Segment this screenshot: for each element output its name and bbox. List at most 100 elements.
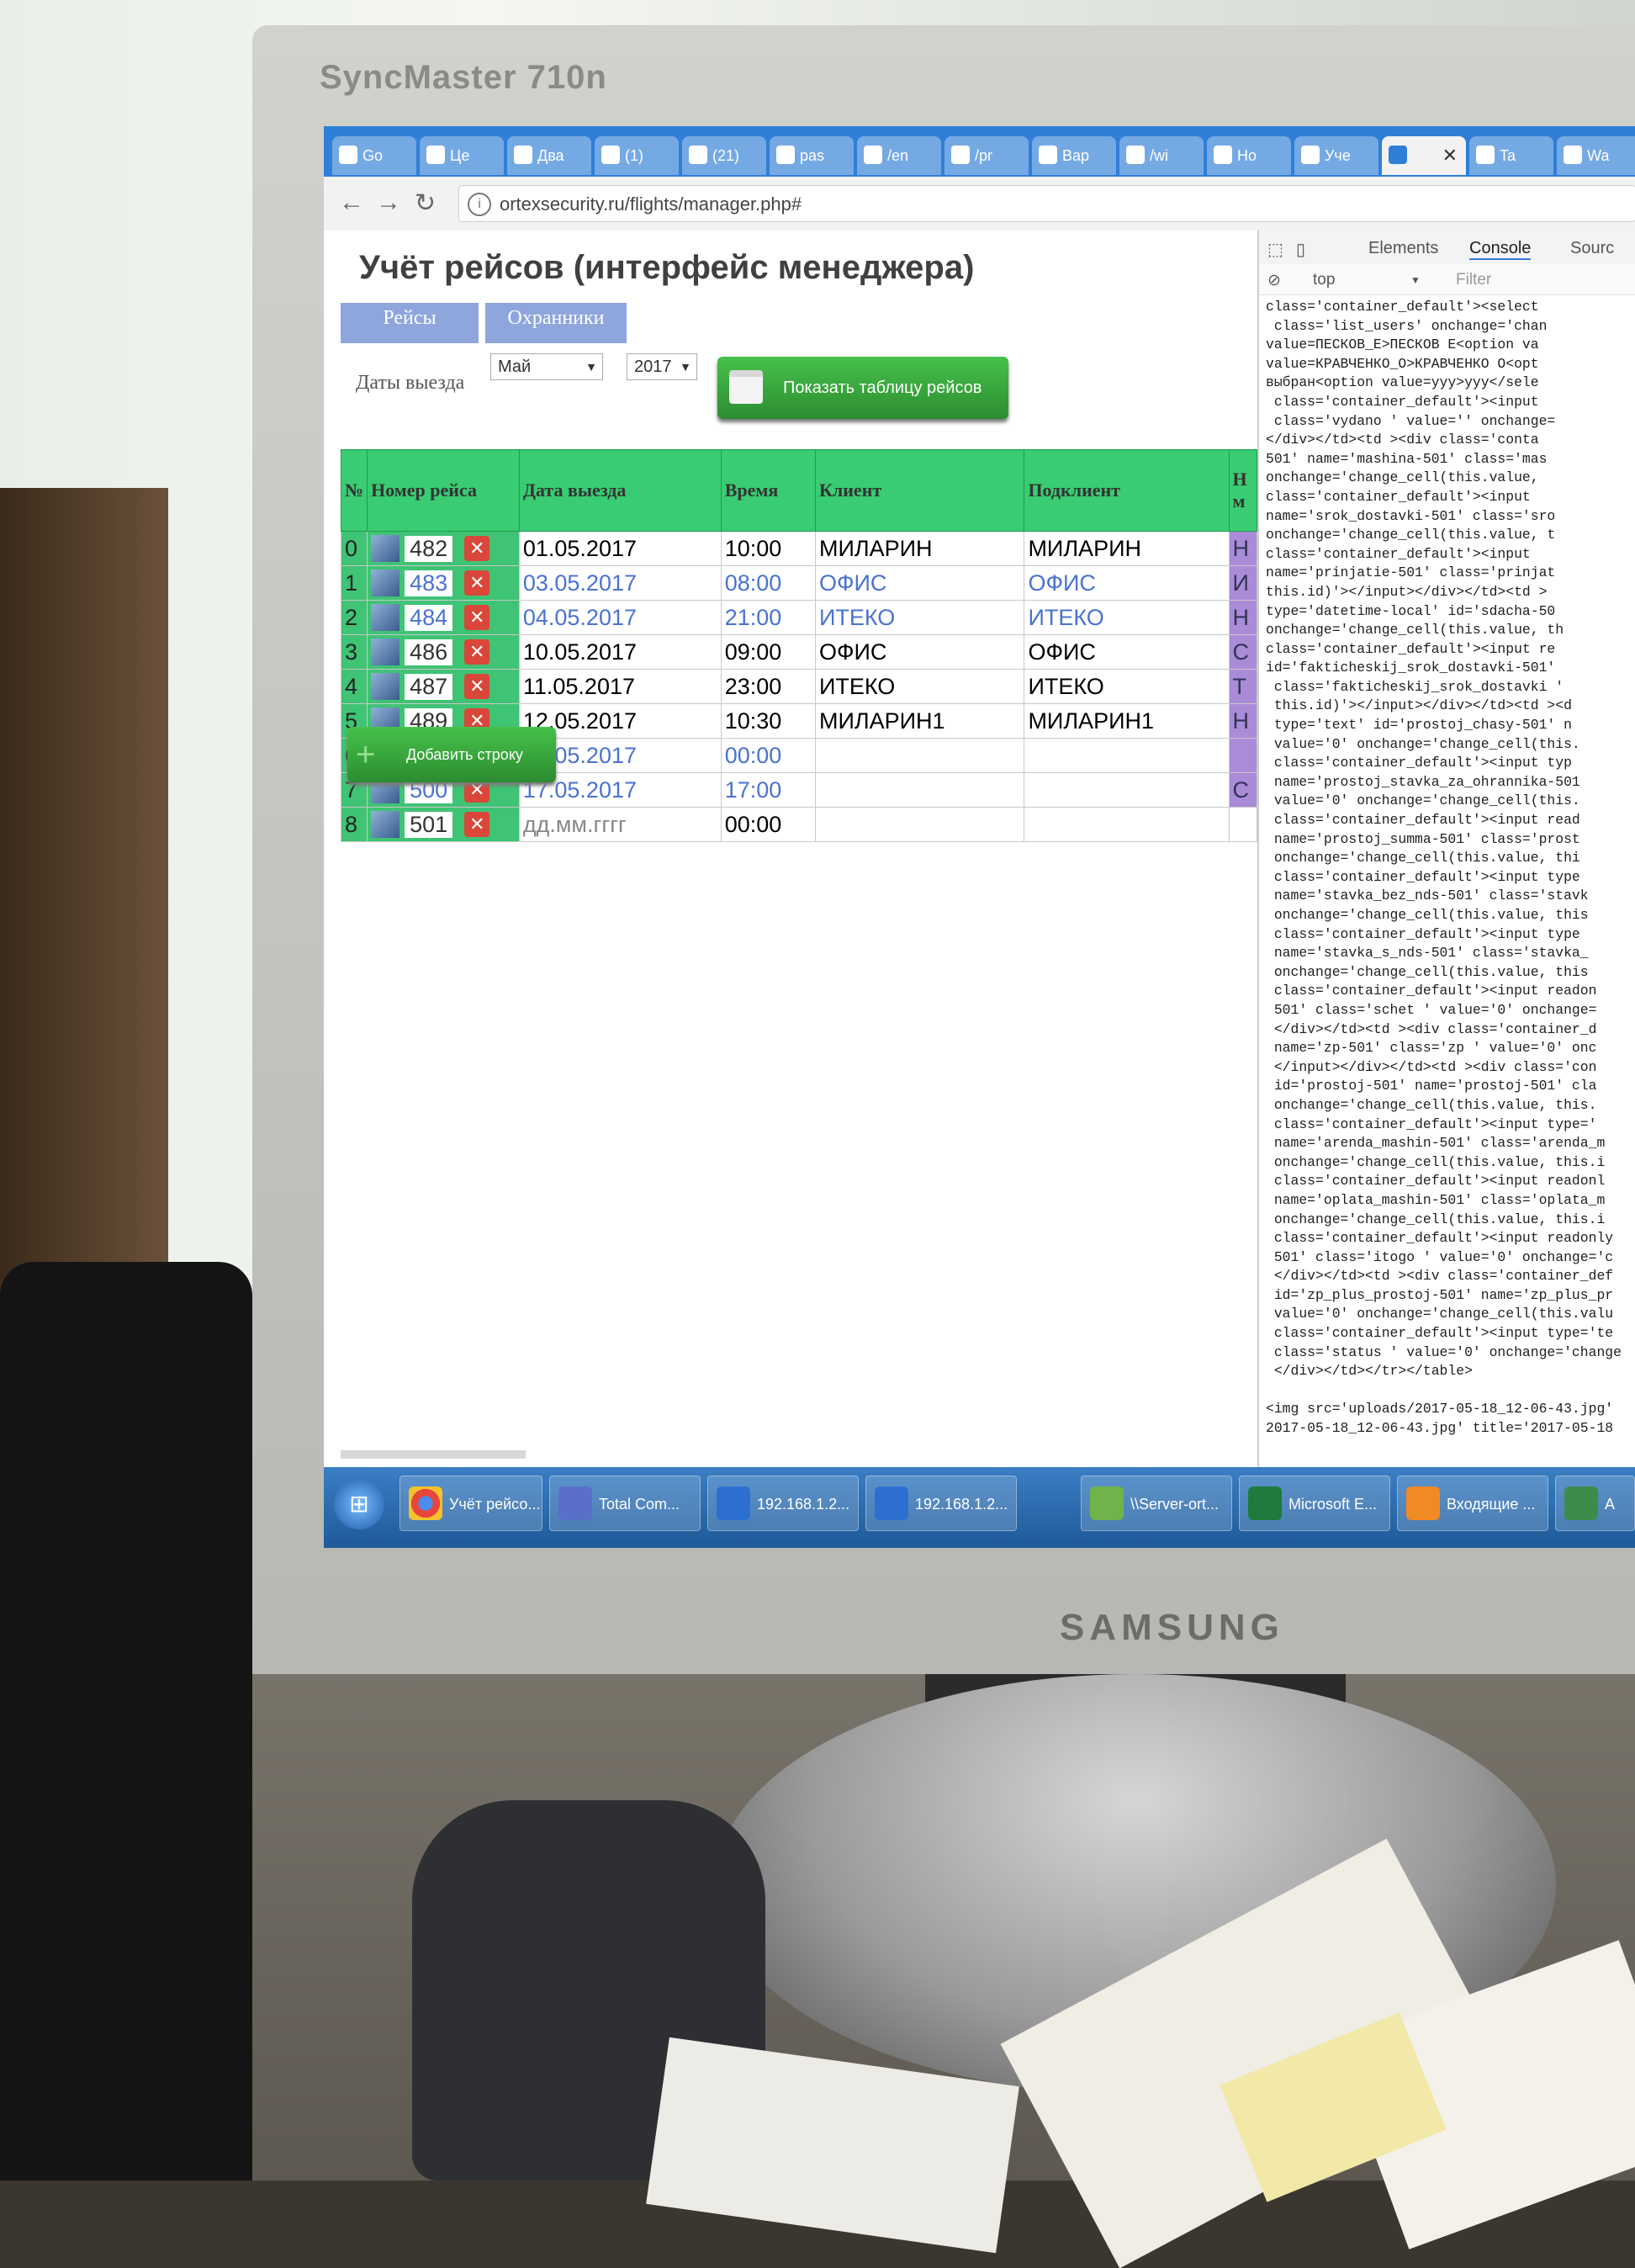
- delete-row-icon[interactable]: ✕: [464, 570, 490, 596]
- client-cell[interactable]: МИЛАРИН1: [814, 703, 1025, 739]
- truncated-cell[interactable]: [1228, 807, 1257, 842]
- browser-tab[interactable]: /wi: [1119, 136, 1204, 175]
- flight-number[interactable]: 501: [405, 811, 453, 838]
- client-cell[interactable]: ИТЕКО: [814, 669, 1025, 704]
- browser-tab[interactable]: pas: [770, 136, 854, 175]
- time-cell[interactable]: 23:00: [720, 669, 816, 704]
- flight-image-icon[interactable]: [371, 811, 400, 839]
- departure-date-cell[interactable]: 04.05.2017: [518, 600, 722, 635]
- taskbar-item-app[interactable]: A: [1555, 1476, 1635, 1531]
- taskbar-item-remote-desktop[interactable]: 192.168.1.2...: [707, 1476, 859, 1531]
- departure-date-cell[interactable]: 01.05.2017: [518, 531, 722, 566]
- subclient-cell[interactable]: ОФИС: [1024, 565, 1230, 601]
- reload-icon[interactable]: ↻: [415, 188, 436, 218]
- browser-tab[interactable]: Вар: [1032, 136, 1116, 175]
- flight-number[interactable]: 484: [405, 604, 453, 631]
- client-cell[interactable]: [814, 772, 1025, 808]
- time-cell[interactable]: 10:30: [720, 703, 816, 739]
- tab-sources[interactable]: Sourc: [1570, 239, 1614, 258]
- subclient-cell[interactable]: ИТЕКО: [1024, 669, 1230, 704]
- time-cell[interactable]: 00:00: [720, 738, 816, 773]
- delete-row-icon[interactable]: ✕: [464, 639, 490, 665]
- subclient-cell[interactable]: МИЛАРИН1: [1024, 703, 1230, 739]
- browser-tab[interactable]: Уче: [1294, 136, 1378, 175]
- subclient-cell[interactable]: МИЛАРИН: [1024, 531, 1230, 566]
- client-cell[interactable]: МИЛАРИН: [814, 531, 1025, 566]
- time-cell[interactable]: 09:00: [720, 634, 816, 670]
- truncated-cell[interactable]: Н: [1228, 600, 1257, 635]
- console-filter-input[interactable]: Filter: [1456, 271, 1491, 289]
- tab-elements[interactable]: Elements: [1368, 239, 1438, 258]
- context-select[interactable]: top: [1313, 271, 1335, 289]
- back-arrow-icon[interactable]: ←: [339, 188, 364, 217]
- delete-row-icon[interactable]: ✕: [464, 674, 490, 700]
- year-select[interactable]: 2017 ▼: [627, 353, 697, 380]
- delete-row-icon[interactable]: ✕: [464, 605, 490, 631]
- departure-date-cell[interactable]: 03.05.2017: [518, 565, 722, 601]
- subclient-cell[interactable]: [1024, 807, 1230, 842]
- departure-date-cell[interactable]: 11.05.2017: [518, 669, 722, 704]
- taskbar-item-chrome[interactable]: Учёт рейсо...: [399, 1476, 542, 1531]
- browser-tab[interactable]: Ta: [1469, 136, 1553, 175]
- device-toggle-icon[interactable]: ▯: [1296, 239, 1305, 260]
- close-tab-icon[interactable]: ✕: [1442, 136, 1458, 175]
- flight-image-icon[interactable]: [371, 570, 400, 597]
- truncated-cell[interactable]: [1228, 738, 1257, 773]
- browser-tab-active[interactable]: ✕: [1382, 136, 1466, 175]
- tab-console[interactable]: Console: [1469, 239, 1532, 260]
- truncated-cell[interactable]: Н: [1228, 703, 1257, 739]
- delete-row-icon[interactable]: ✕: [464, 536, 490, 562]
- subclient-cell[interactable]: [1024, 772, 1230, 808]
- flight-number[interactable]: 483: [405, 570, 453, 596]
- taskbar-item-remote-desktop-2[interactable]: 192.168.1.2...: [865, 1476, 1017, 1531]
- subclient-cell[interactable]: ОФИС: [1024, 634, 1230, 670]
- month-select[interactable]: Май ▼: [490, 353, 603, 380]
- client-cell[interactable]: ОФИС: [814, 565, 1025, 601]
- flight-number[interactable]: 482: [405, 535, 453, 562]
- taskbar-item-total-commander[interactable]: Total Com...: [549, 1476, 701, 1531]
- flight-number[interactable]: 486: [405, 639, 453, 665]
- taskbar-item-outlook[interactable]: Входящие ...: [1397, 1476, 1548, 1531]
- time-cell[interactable]: 17:00: [720, 772, 816, 808]
- horizontal-scrollbar[interactable]: [341, 1450, 526, 1459]
- browser-tab[interactable]: Go: [332, 136, 416, 175]
- browser-tab[interactable]: Два: [507, 136, 591, 175]
- forward-arrow-icon[interactable]: →: [376, 188, 401, 217]
- client-cell[interactable]: [814, 738, 1025, 773]
- start-button[interactable]: ⊞: [334, 1479, 384, 1529]
- time-cell[interactable]: 08:00: [720, 565, 816, 601]
- subclient-cell[interactable]: ИТЕКО: [1024, 600, 1230, 635]
- browser-tab[interactable]: (21): [682, 136, 766, 175]
- truncated-cell[interactable]: И: [1228, 565, 1257, 601]
- browser-tab[interactable]: Це: [420, 136, 504, 175]
- address-bar[interactable]: i ortexsecurity.ru/flights/manager.php#: [458, 185, 1635, 222]
- tab-guards[interactable]: Охранники: [485, 303, 627, 343]
- departure-date-cell[interactable]: 10.05.2017: [518, 634, 722, 670]
- truncated-cell[interactable]: С: [1228, 772, 1257, 808]
- truncated-cell[interactable]: Н: [1228, 531, 1257, 566]
- browser-tab[interactable]: Wa: [1557, 136, 1635, 175]
- subclient-cell[interactable]: [1024, 738, 1230, 773]
- client-cell[interactable]: ОФИС: [814, 634, 1025, 670]
- inspect-icon[interactable]: ⬚: [1267, 239, 1283, 260]
- time-cell[interactable]: 00:00: [720, 807, 816, 842]
- client-cell[interactable]: [814, 807, 1025, 842]
- flight-image-icon[interactable]: [371, 604, 400, 632]
- show-flights-table-button[interactable]: Показать таблицу рейсов: [717, 357, 1008, 419]
- flight-image-icon[interactable]: [371, 639, 400, 666]
- info-icon[interactable]: i: [468, 193, 491, 216]
- tab-flights[interactable]: Рейсы: [341, 303, 479, 343]
- flight-image-icon[interactable]: [371, 673, 400, 701]
- browser-tab[interactable]: (1): [595, 136, 679, 175]
- truncated-cell[interactable]: Т: [1228, 669, 1257, 704]
- clear-console-icon[interactable]: ⊘: [1267, 271, 1281, 290]
- departure-date-cell[interactable]: дд.мм.гггг: [518, 807, 722, 842]
- time-cell[interactable]: 10:00: [720, 531, 816, 566]
- taskbar-item-explorer[interactable]: \\Server-ort...: [1081, 1476, 1232, 1531]
- time-cell[interactable]: 21:00: [720, 600, 816, 635]
- browser-tab[interactable]: Но: [1207, 136, 1291, 175]
- browser-tab[interactable]: /en: [857, 136, 941, 175]
- truncated-cell[interactable]: С: [1228, 634, 1257, 670]
- browser-tab[interactable]: /pr: [944, 136, 1029, 175]
- client-cell[interactable]: ИТЕКО: [814, 600, 1025, 635]
